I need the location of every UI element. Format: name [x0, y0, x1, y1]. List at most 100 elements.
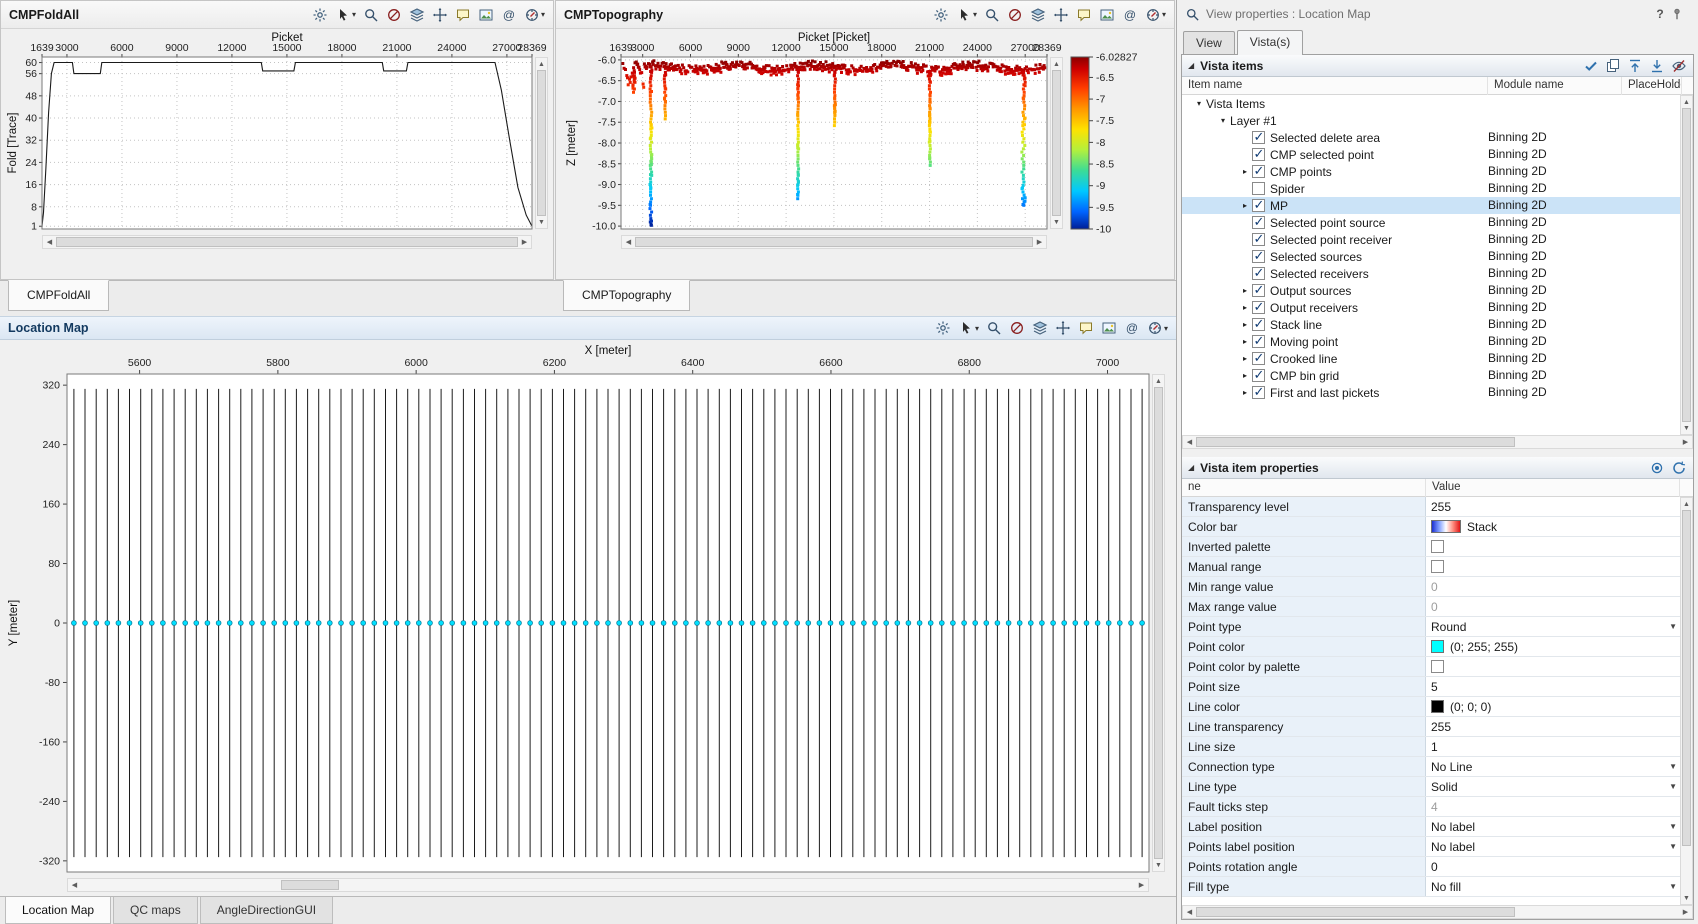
layers-icon[interactable] [1032, 319, 1048, 337]
zoom-extent-icon[interactable]: @ [501, 6, 517, 24]
property-value-cell[interactable] [1426, 557, 1693, 576]
vertical-scrollbar[interactable]: ▲▼ [1680, 95, 1693, 435]
move-up-icon[interactable] [1627, 57, 1643, 75]
scroll-left-icon[interactable]: ◀ [1183, 906, 1196, 918]
dropdown-caret-icon[interactable]: ▼ [1669, 622, 1677, 631]
orientation-icon[interactable]: ▾ [1147, 319, 1168, 337]
deselect-tool-icon[interactable] [1007, 6, 1023, 24]
tree-item-row[interactable]: Selected point receiverBinning 2D [1182, 231, 1693, 248]
property-value-cell[interactable]: 5 [1426, 677, 1693, 696]
color-swatch[interactable] [1431, 640, 1444, 653]
zoom-extent-icon[interactable]: @ [1124, 319, 1140, 337]
prop-checkbox[interactable] [1431, 660, 1444, 673]
location-map-plot[interactable]: 5600580060006200640066006800700032024016… [3, 340, 1173, 876]
scroll-right-icon[interactable]: ▶ [1679, 906, 1692, 918]
pan-tool-icon[interactable] [432, 6, 448, 24]
tree-item-row[interactable]: Selected sourcesBinning 2D [1182, 248, 1693, 265]
scroll-left-icon[interactable]: ◀ [1183, 436, 1196, 448]
snapshot-icon[interactable] [478, 6, 494, 24]
dropdown-caret-icon[interactable]: ▼ [1669, 842, 1677, 851]
zoom-tool-icon[interactable] [986, 319, 1002, 337]
property-value-cell[interactable]: 255 [1426, 717, 1693, 736]
deselect-tool-icon[interactable] [1009, 319, 1025, 337]
dropdown-caret-icon[interactable]: ▼ [1669, 822, 1677, 831]
properties-column-header[interactable]: neValue [1182, 479, 1693, 497]
tree-expander-icon[interactable]: ▸ [1238, 320, 1252, 329]
item-visibility-checkbox[interactable] [1252, 165, 1265, 178]
pan-tool-icon[interactable] [1055, 319, 1071, 337]
tree-item-row[interactable]: ▸Crooked lineBinning 2D [1182, 350, 1693, 367]
tree-item-row[interactable]: ▸Stack lineBinning 2D [1182, 316, 1693, 333]
column-header-value[interactable]: Value [1426, 479, 1680, 497]
property-value-cell[interactable]: 1 [1426, 737, 1693, 756]
property-value-cell[interactable]: (0; 0; 0) [1426, 697, 1693, 716]
scroll-down-icon[interactable]: ▼ [1681, 422, 1692, 434]
layers-icon[interactable] [1030, 6, 1046, 24]
item-visibility-checkbox[interactable] [1252, 250, 1265, 263]
tree-expander-icon[interactable]: ▾ [1216, 116, 1230, 125]
tree-expander-icon[interactable]: ▸ [1238, 388, 1252, 397]
dropdown-caret-icon[interactable]: ▾ [1162, 10, 1166, 19]
tree-expander-icon[interactable]: ▾ [1192, 99, 1206, 108]
vertical-scrollbar[interactable]: ▲▼ [1680, 497, 1693, 905]
tab-vista-s-[interactable]: Vista(s) [1237, 30, 1303, 55]
zoom-extent-icon[interactable]: @ [1122, 6, 1138, 24]
tree-item-row[interactable]: Selected point sourceBinning 2D [1182, 214, 1693, 231]
dropdown-caret-icon[interactable]: ▼ [1669, 882, 1677, 891]
deselect-tool-icon[interactable] [386, 6, 402, 24]
tab-qc-maps[interactable]: QC maps [113, 897, 198, 924]
tab-cmpfoldall[interactable]: CMPFoldAll [8, 280, 109, 311]
horizontal-scrollbar[interactable]: ◀ ▶ [67, 878, 1149, 892]
column-header-placeholder[interactable]: PlaceHolder [1622, 77, 1682, 95]
settings-icon[interactable] [933, 6, 949, 24]
colorbar-swatch[interactable] [1431, 520, 1461, 533]
item-visibility-checkbox[interactable] [1252, 318, 1265, 331]
comment-icon[interactable] [455, 6, 471, 24]
scroll-down-icon[interactable]: ▼ [1681, 892, 1692, 904]
scroll-left-icon[interactable]: ◀ [68, 879, 81, 891]
property-value-cell[interactable]: 255 [1426, 497, 1693, 516]
dropdown-caret-icon[interactable]: ▾ [975, 324, 979, 333]
property-value-cell[interactable]: Round▼ [1426, 617, 1693, 636]
tree-expander-icon[interactable]: ▸ [1238, 303, 1252, 312]
scroll-right-icon[interactable]: ▶ [518, 236, 531, 248]
horizontal-scrollbar[interactable]: ◀ ▶ [1182, 435, 1693, 449]
property-value-cell[interactable] [1426, 657, 1693, 676]
horizontal-scrollbar[interactable]: ◀ ▶ [621, 235, 1047, 249]
settings-icon[interactable] [312, 6, 328, 24]
prop-checkbox[interactable] [1431, 560, 1444, 573]
item-visibility-checkbox[interactable] [1252, 199, 1265, 212]
reset-properties-icon[interactable] [1671, 459, 1687, 477]
scroll-left-icon[interactable]: ◀ [43, 236, 56, 248]
tree-item-row[interactable]: ▸First and last picketsBinning 2D [1182, 384, 1693, 401]
comment-icon[interactable] [1078, 319, 1094, 337]
horizontal-scrollbar[interactable]: ◀ ▶ [42, 235, 532, 249]
tree-expander-icon[interactable]: ▸ [1238, 337, 1252, 346]
prop-checkbox[interactable] [1431, 540, 1444, 553]
zoom-tool-icon[interactable] [363, 6, 379, 24]
tree-item-row[interactable]: ▸CMP pointsBinning 2D [1182, 163, 1693, 180]
item-visibility-checkbox[interactable] [1252, 148, 1265, 161]
property-value-cell[interactable]: No Line▼ [1426, 757, 1693, 776]
dropdown-caret-icon[interactable]: ▾ [973, 10, 977, 19]
scroll-right-icon[interactable]: ▶ [1679, 436, 1692, 448]
vertical-scrollbar[interactable]: ▲ ▼ [535, 57, 548, 229]
cmptopography-plot[interactable]: 1639300060009000120001500018000210002400… [559, 29, 1171, 259]
scroll-up-icon[interactable]: ▲ [1051, 58, 1062, 70]
dropdown-caret-icon[interactable]: ▼ [1669, 782, 1677, 791]
scroll-up-icon[interactable]: ▲ [1153, 375, 1164, 387]
tree-expander-icon[interactable]: ▸ [1238, 201, 1252, 210]
item-visibility-checkbox[interactable] [1252, 182, 1265, 195]
snapshot-icon[interactable] [1099, 6, 1115, 24]
select-tool-icon[interactable]: ▾ [958, 319, 979, 337]
property-value-cell[interactable]: No label▼ [1426, 817, 1693, 836]
pan-tool-icon[interactable] [1053, 6, 1069, 24]
orientation-icon[interactable]: ▾ [524, 6, 545, 24]
tree-item-row[interactable]: ▸Output sourcesBinning 2D [1182, 282, 1693, 299]
tree-item-row[interactable]: ▸CMP bin gridBinning 2D [1182, 367, 1693, 384]
property-value-cell[interactable]: No label▼ [1426, 837, 1693, 856]
select-tool-icon[interactable]: ▾ [335, 6, 356, 24]
property-value-cell[interactable] [1426, 537, 1693, 556]
property-value-cell[interactable]: Stack [1426, 517, 1693, 536]
dropdown-caret-icon[interactable]: ▾ [352, 10, 356, 19]
